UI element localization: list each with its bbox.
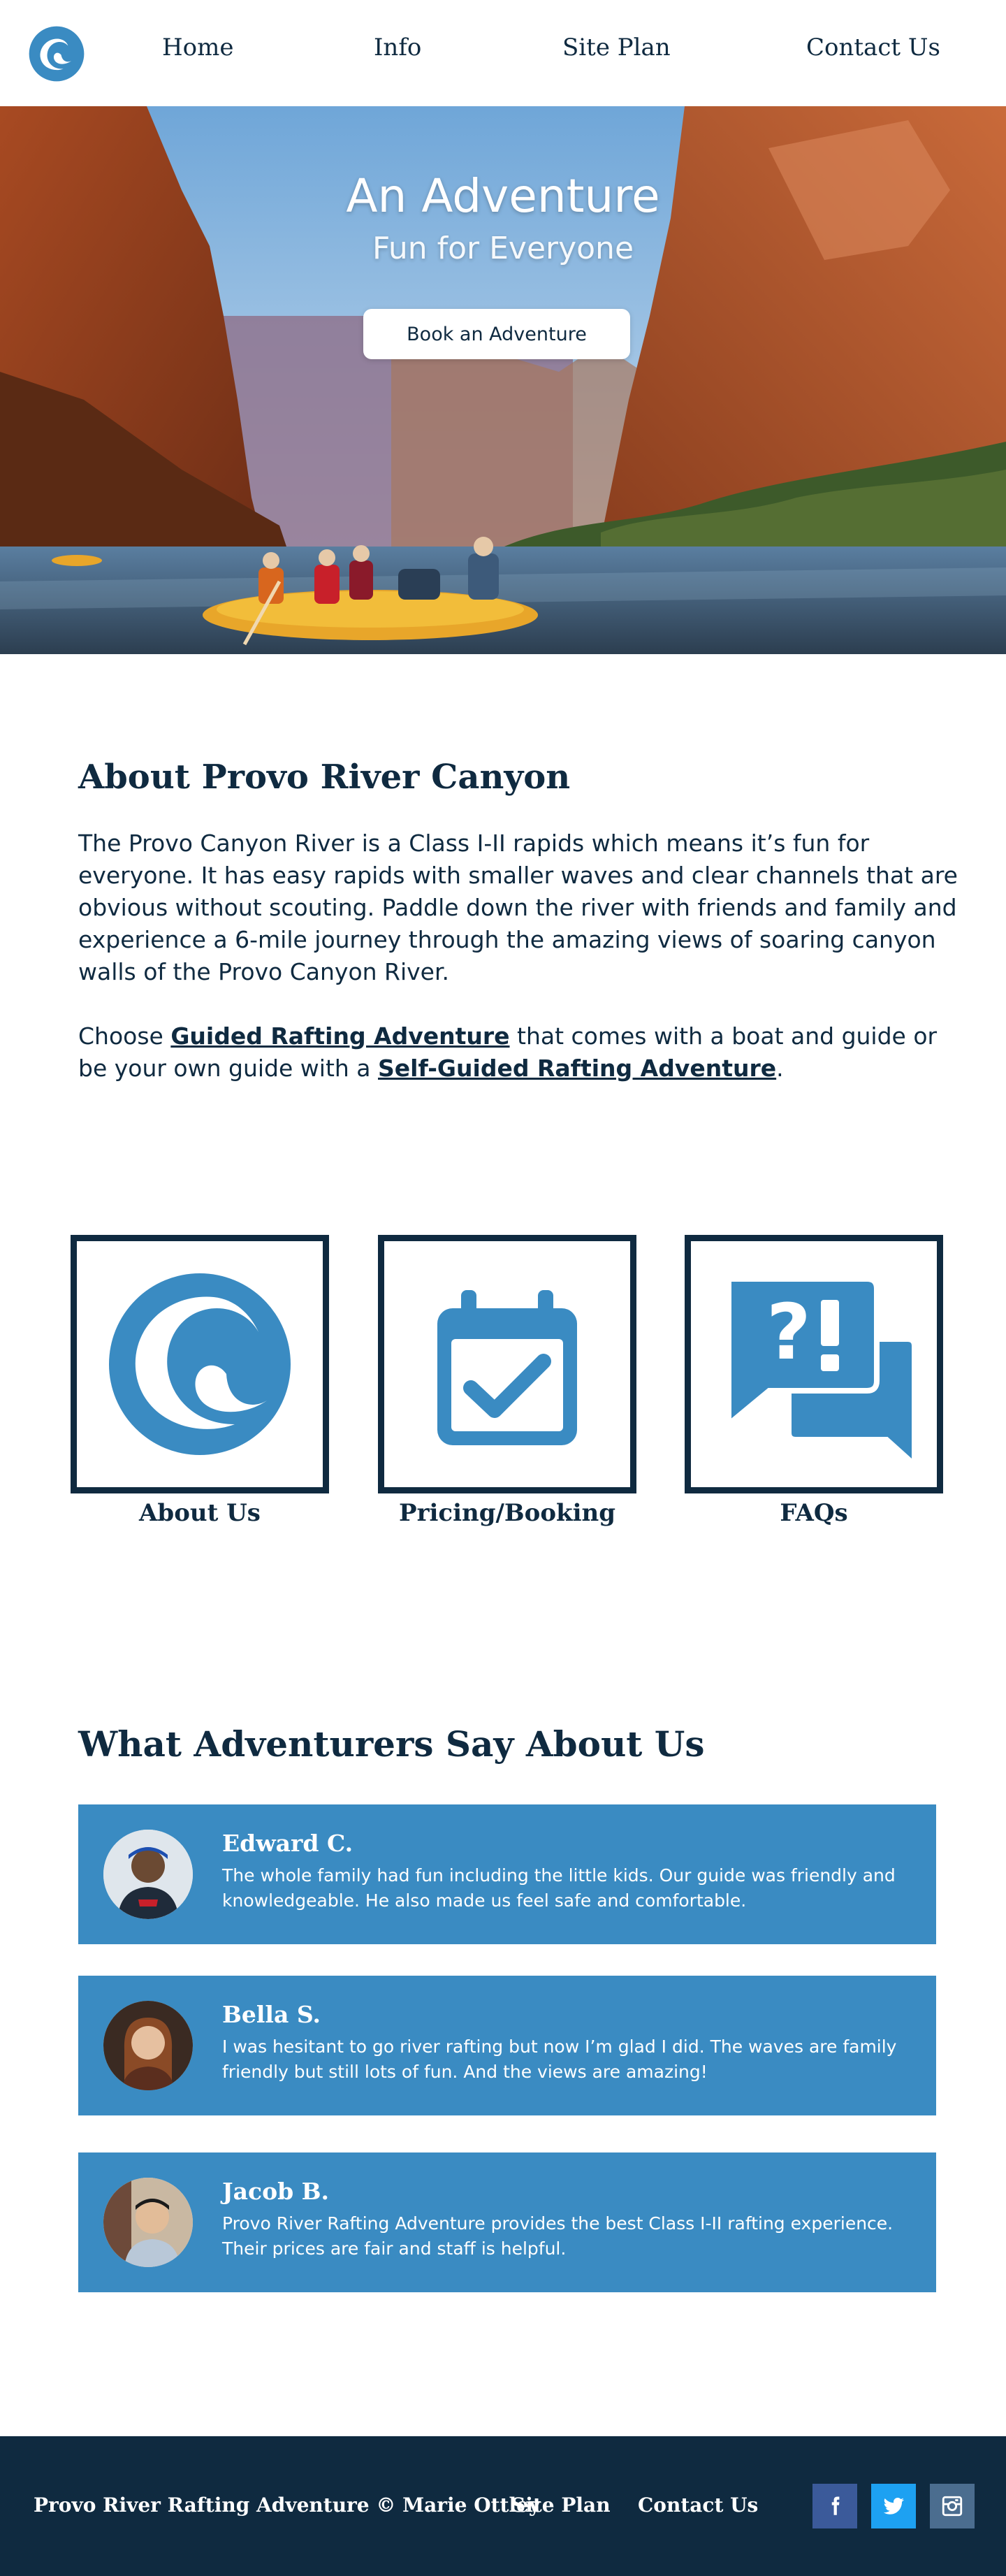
pricing-booking-label[interactable]: Pricing/Booking (378, 1499, 636, 1527)
testimonial-text: Provo River Rafting Adventure provides t… (222, 2213, 894, 2259)
calendar-check-icon (437, 1290, 577, 1445)
self-guided-rafting-link[interactable]: Self-Guided Rafting Adventure (378, 1055, 776, 1082)
book-adventure-button[interactable]: Book an Adventure (363, 309, 630, 359)
avatar (103, 2001, 193, 2090)
avatar (103, 2178, 193, 2267)
nav-home[interactable]: Home (162, 34, 233, 61)
testimonial-name: Bella S. (222, 2001, 321, 2028)
avatar (103, 1830, 193, 1919)
testimonial-text: I was hesitant to go river rafting but n… (222, 2036, 897, 2082)
testimonial-card: Bella S. I was hesitant to go river raft… (78, 1976, 936, 2115)
nav-site-plan[interactable]: Site Plan (562, 34, 671, 61)
testimonial-text: The whole family had fun including the l… (222, 1865, 896, 1911)
about-choice-text: Choose (78, 1022, 171, 1050)
nav-contact-us[interactable]: Contact Us (806, 34, 940, 61)
about-choice-paragraph: Choose Guided Rafting Adventure that com… (78, 1020, 972, 1085)
footer-copyright: Provo River Rafting Adventure © Marie Ot… (34, 2494, 541, 2517)
about-us-card[interactable] (71, 1235, 329, 1493)
person-icon (103, 2178, 193, 2267)
pricing-booking-card[interactable] (378, 1235, 636, 1493)
site-header: Home Info Site Plan Contact Us (0, 0, 1006, 106)
nav-info[interactable]: Info (374, 34, 421, 61)
wave-logo-icon[interactable] (28, 25, 85, 82)
faqs-card[interactable]: ? (685, 1235, 943, 1493)
about-paragraph: The Provo Canyon River is a Class I-II r… (78, 830, 958, 985)
svg-text:?: ? (766, 1287, 811, 1377)
site-footer: Provo River Rafting Adventure © Marie Ot… (0, 2436, 1006, 2576)
facebook-icon[interactable] (812, 2484, 857, 2528)
faqs-label[interactable]: FAQs (685, 1499, 943, 1527)
about-choice-text: . (776, 1055, 784, 1082)
testimonials-title: What Adventurers Say About Us (78, 1723, 705, 1765)
twitter-icon[interactable] (871, 2484, 916, 2528)
person-icon (103, 2001, 193, 2090)
hero-subtitle: Fun for Everyone (372, 231, 634, 266)
footer-contact-us-link[interactable]: Contact Us (638, 2494, 758, 2517)
about-us-label[interactable]: About Us (71, 1499, 329, 1527)
testimonial-card: Edward C. The whole family had fun inclu… (78, 1804, 936, 1944)
testimonial-name: Jacob B. (222, 2178, 330, 2205)
guided-rafting-link[interactable]: Guided Rafting Adventure (170, 1022, 509, 1050)
testimonial-card: Jacob B. Provo River Rafting Adventure p… (78, 2152, 936, 2292)
about-title: About Provo River Canyon (78, 758, 571, 797)
question-exclamation-chat-icon: ? (726, 1276, 917, 1471)
hero-banner: An Adventure Fun for Everyone Book an Ad… (0, 106, 1006, 654)
instagram-icon[interactable] (930, 2484, 975, 2528)
wave-icon (109, 1273, 291, 1455)
person-icon (103, 1830, 193, 1919)
footer-site-plan-link[interactable]: Site Plan (511, 2494, 611, 2517)
testimonial-name: Edward C. (222, 1830, 353, 1857)
hero-title: An Adventure (346, 169, 660, 223)
